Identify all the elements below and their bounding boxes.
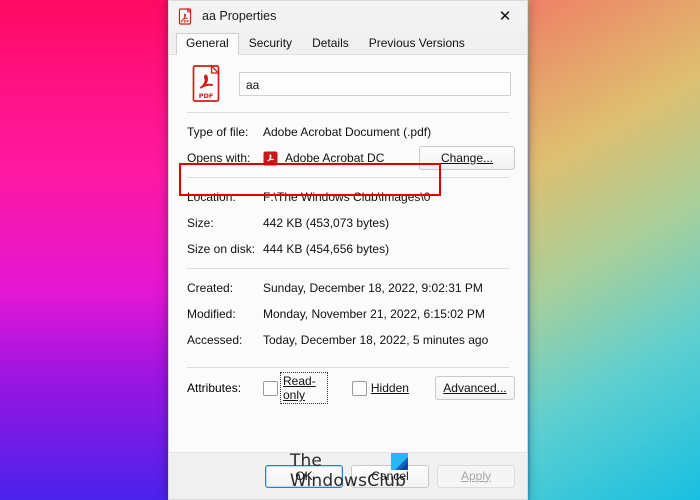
watermark-line-1: The <box>289 451 323 471</box>
size-on-disk-row: Size on disk: 444 KB (454,656 bytes) <box>181 236 515 262</box>
change-button-label: Change... <box>440 151 494 165</box>
location-value: F:\The Windows Club\Images\0 <box>263 190 431 204</box>
accessed-label: Accessed: <box>187 333 243 347</box>
tab-security[interactable]: Security <box>239 33 302 54</box>
file-properties-window: PDF aa Properties ✕ General Security Det… <box>168 0 528 500</box>
location-label: Location: <box>187 190 236 204</box>
adobe-acrobat-icon <box>263 151 278 166</box>
opens-with-value-group: Adobe Acrobat DC <box>263 151 419 166</box>
change-button[interactable]: Change... <box>419 146 515 170</box>
accessed-value: Today, December 18, 2022, 5 minutes ago <box>263 333 489 347</box>
advanced-button[interactable]: Advanced... <box>434 376 515 400</box>
advanced-button-label: Advanced... <box>443 381 507 395</box>
type-of-file-row: Type of file: Adobe Acrobat Document (.p… <box>181 119 515 145</box>
file-name-row: PDF aa <box>181 55 515 106</box>
created-row: Created: Sunday, December 18, 2022, 9:02… <box>181 275 515 301</box>
created-value: Sunday, December 18, 2022, 9:02:31 PM <box>263 281 483 295</box>
divider-3 <box>187 268 509 269</box>
svg-text:PDF: PDF <box>181 19 190 23</box>
modified-value: Monday, November 21, 2022, 6:15:02 PM <box>263 307 485 321</box>
windowsclub-watermark: The WindowsClub <box>169 451 527 491</box>
window-title: aa Properties <box>202 9 277 23</box>
type-of-file-label: Type of file: <box>187 125 249 139</box>
type-of-file-value: Adobe Acrobat Document (.pdf) <box>263 125 432 139</box>
pdf-file-icon: PDF <box>189 64 223 104</box>
size-value: 442 KB (453,073 bytes) <box>263 216 390 230</box>
size-label: Size: <box>187 216 214 230</box>
watermark-line-2: WindowsClub <box>289 471 407 491</box>
tab-strip: General Security Details Previous Versio… <box>169 31 527 55</box>
hidden-checkbox-label: Hidden <box>370 381 409 395</box>
tab-details[interactable]: Details <box>302 33 359 54</box>
tab-previous-versions[interactable]: Previous Versions <box>359 33 475 54</box>
divider-1 <box>187 112 509 113</box>
watermark-logo-icon <box>391 453 409 470</box>
size-on-disk-label: Size on disk: <box>187 242 256 256</box>
tab-general[interactable]: General <box>176 33 239 55</box>
readonly-checkbox[interactable]: Read-only <box>263 372 328 404</box>
modified-label: Modified: <box>187 307 236 321</box>
divider-2 <box>187 177 509 178</box>
location-row: Location: F:\The Windows Club\Images\0 <box>181 184 515 210</box>
size-on-disk-value: 444 KB (454,656 bytes) <box>263 242 390 256</box>
modified-row: Modified: Monday, November 21, 2022, 6:1… <box>181 301 515 327</box>
readonly-checkbox-box[interactable] <box>263 380 278 396</box>
created-label: Created: <box>187 281 234 295</box>
pdf-document-icon: PDF <box>177 7 194 25</box>
opens-with-app-name: Adobe Acrobat DC <box>285 151 385 165</box>
window-titlebar: PDF aa Properties ✕ <box>169 1 527 31</box>
desktop-background: PDF aa Properties ✕ General Security Det… <box>0 0 700 500</box>
close-icon[interactable]: ✕ <box>483 1 527 31</box>
general-tab-panel: PDF aa Type of file: Adobe Acrobat Docum… <box>169 55 527 491</box>
hidden-checkbox[interactable]: Hidden <box>351 380 409 396</box>
svg-text:PDF: PDF <box>199 92 214 100</box>
file-name-input[interactable]: aa <box>239 72 511 96</box>
hidden-checkbox-box[interactable] <box>351 380 367 396</box>
attributes-row: Attributes: Read-only Hidden Advanced... <box>181 372 515 404</box>
opens-with-row: Opens with: Adobe Acrobat DC Change... <box>181 145 515 171</box>
readonly-checkbox-label: Read-only <box>280 372 328 404</box>
opens-with-label: Opens with: <box>187 151 251 165</box>
divider-4 <box>187 367 509 368</box>
size-row: Size: 442 KB (453,073 bytes) <box>181 210 515 236</box>
accessed-row: Accessed: Today, December 18, 2022, 5 mi… <box>181 327 515 353</box>
attributes-label: Attributes: <box>187 381 242 395</box>
